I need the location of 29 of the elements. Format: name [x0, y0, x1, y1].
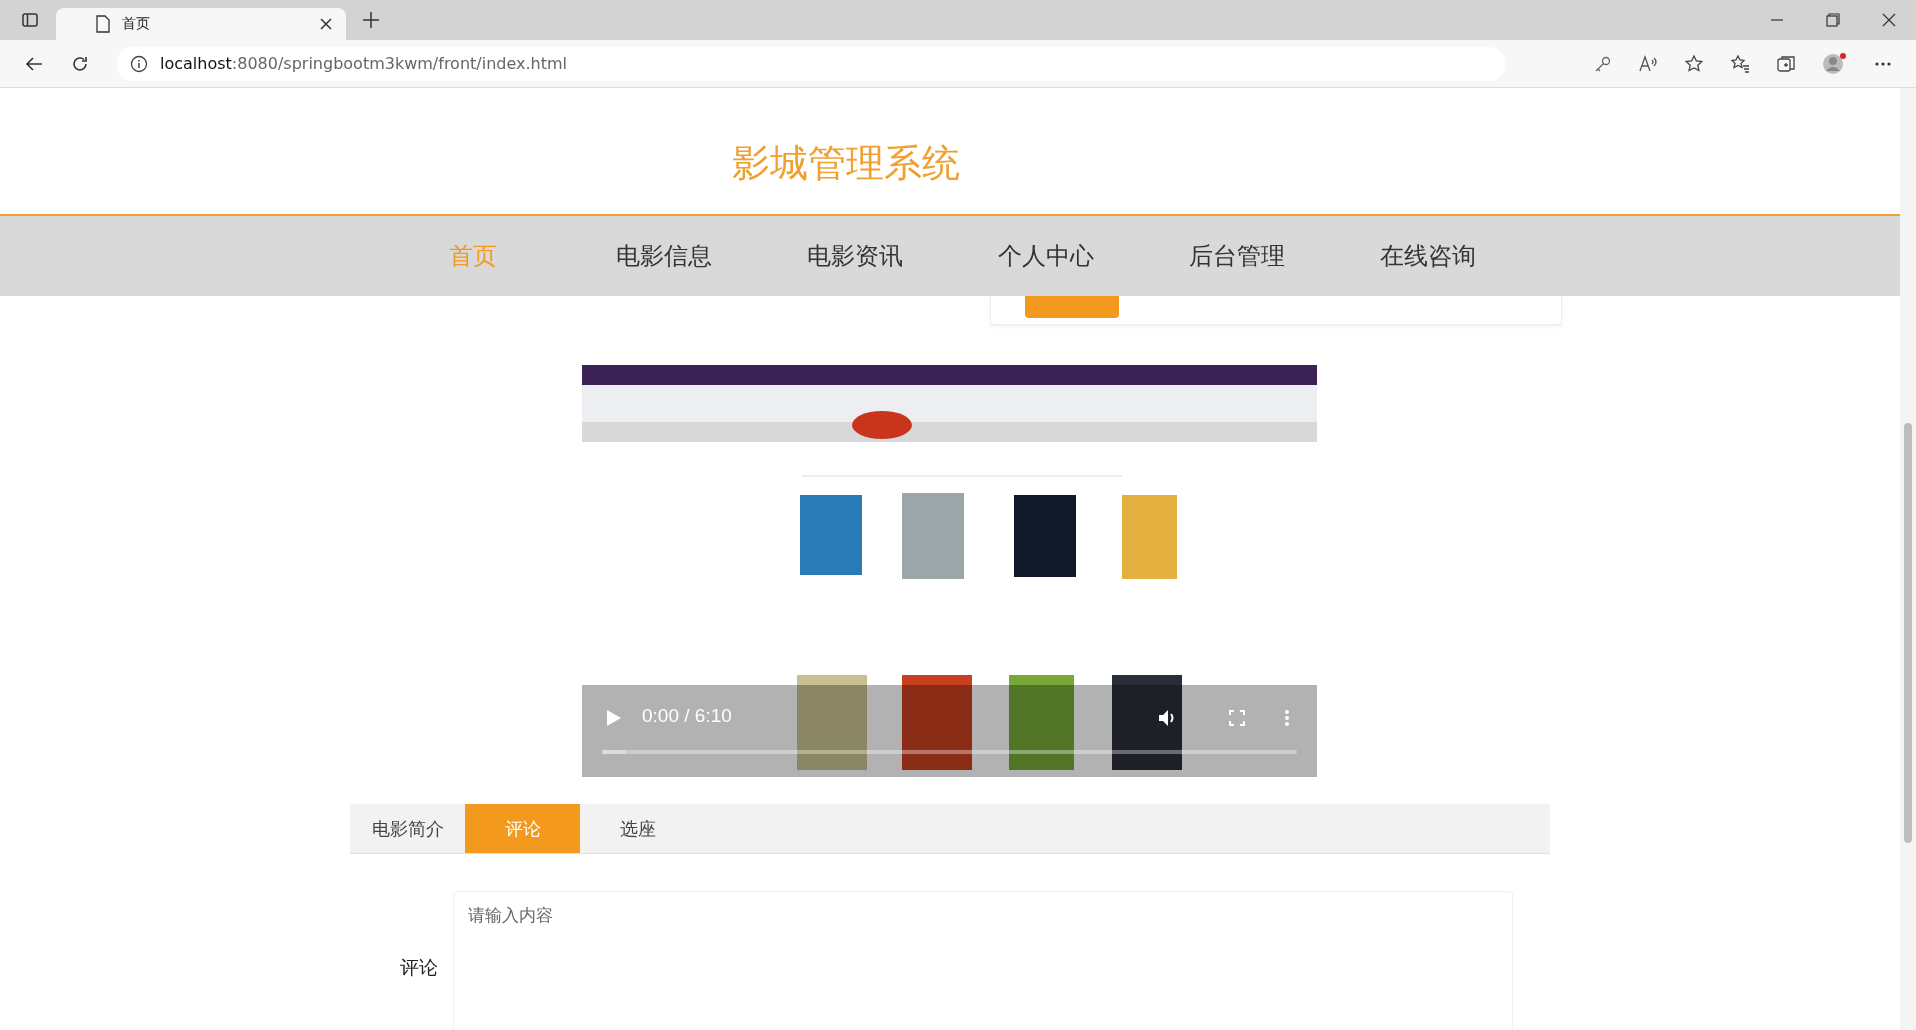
browser-tab[interactable]: 首页 — [56, 8, 346, 40]
detail-tab[interactable]: 电影简介 — [350, 804, 465, 853]
read-aloud-icon[interactable] — [1638, 54, 1658, 73]
restore-icon[interactable] — [1826, 13, 1840, 27]
site-title: 影城管理系统 — [732, 139, 960, 187]
nav-link[interactable]: 电影信息 — [568, 240, 759, 272]
favorites-icon[interactable] — [1730, 53, 1750, 74]
nav-link[interactable]: 电影资讯 — [759, 240, 950, 272]
info-icon — [130, 54, 148, 73]
detail-tab[interactable]: 选座 — [580, 804, 695, 853]
page-icon — [96, 15, 110, 33]
close-icon[interactable] — [1882, 13, 1896, 27]
profile-icon[interactable] — [1822, 51, 1848, 76]
comment-field[interactable]: 请输入内容 — [453, 891, 1513, 1030]
scrollbar-thumb[interactable] — [1904, 423, 1912, 843]
new-tab-icon[interactable] — [362, 11, 380, 29]
comment-label: 评论 — [399, 955, 439, 980]
tab-actions-icon[interactable] — [20, 10, 40, 30]
address-field[interactable]: localhost:8080/springbootm3kwm/front/index.html — [116, 46, 1506, 81]
more-icon[interactable] — [1874, 60, 1892, 67]
tab-title: 首页 — [122, 15, 151, 33]
close-icon[interactable] — [320, 18, 332, 30]
nav-link[interactable]: 个人中心 — [950, 240, 1141, 272]
key-icon[interactable] — [1594, 54, 1612, 73]
video-progress-track[interactable] — [602, 750, 1297, 754]
nav-link[interactable]: 在线咨询 — [1332, 240, 1523, 272]
video-time: 0:00 / 6:10 — [642, 705, 732, 727]
nav-link[interactable]: 后台管理 — [1141, 240, 1332, 272]
collections-icon[interactable] — [1776, 53, 1796, 74]
